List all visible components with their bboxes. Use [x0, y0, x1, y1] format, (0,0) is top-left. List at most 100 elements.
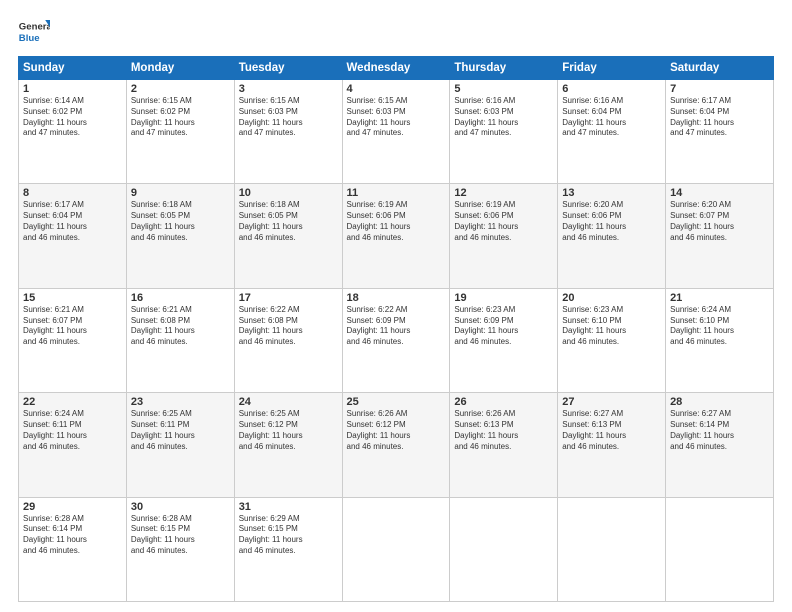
day-info: Sunrise: 6:25 AM Sunset: 6:12 PM Dayligh…: [239, 409, 338, 452]
day-info: Sunrise: 6:15 AM Sunset: 6:03 PM Dayligh…: [239, 96, 338, 139]
col-header-monday: Monday: [126, 57, 234, 80]
day-cell: 6Sunrise: 6:16 AM Sunset: 6:04 PM Daylig…: [558, 80, 666, 184]
day-cell: 10Sunrise: 6:18 AM Sunset: 6:05 PM Dayli…: [234, 184, 342, 288]
col-header-thursday: Thursday: [450, 57, 558, 80]
day-cell: 27Sunrise: 6:27 AM Sunset: 6:13 PM Dayli…: [558, 393, 666, 497]
day-cell: 31Sunrise: 6:29 AM Sunset: 6:15 PM Dayli…: [234, 497, 342, 601]
day-info: Sunrise: 6:21 AM Sunset: 6:07 PM Dayligh…: [23, 305, 122, 348]
day-info: Sunrise: 6:14 AM Sunset: 6:02 PM Dayligh…: [23, 96, 122, 139]
day-cell: 23Sunrise: 6:25 AM Sunset: 6:11 PM Dayli…: [126, 393, 234, 497]
calendar-table: SundayMondayTuesdayWednesdayThursdayFrid…: [18, 56, 774, 602]
day-cell: 7Sunrise: 6:17 AM Sunset: 6:04 PM Daylig…: [666, 80, 774, 184]
day-info: Sunrise: 6:18 AM Sunset: 6:05 PM Dayligh…: [239, 200, 338, 243]
day-info: Sunrise: 6:22 AM Sunset: 6:08 PM Dayligh…: [239, 305, 338, 348]
day-number: 28: [670, 396, 769, 408]
col-header-saturday: Saturday: [666, 57, 774, 80]
page: General Blue SundayMondayTuesdayWednesda…: [0, 0, 792, 612]
day-number: 27: [562, 396, 661, 408]
day-number: 21: [670, 292, 769, 304]
day-cell: 12Sunrise: 6:19 AM Sunset: 6:06 PM Dayli…: [450, 184, 558, 288]
day-cell: 24Sunrise: 6:25 AM Sunset: 6:12 PM Dayli…: [234, 393, 342, 497]
col-header-sunday: Sunday: [19, 57, 127, 80]
day-cell: 18Sunrise: 6:22 AM Sunset: 6:09 PM Dayli…: [342, 288, 450, 392]
day-cell: 3Sunrise: 6:15 AM Sunset: 6:03 PM Daylig…: [234, 80, 342, 184]
day-info: Sunrise: 6:17 AM Sunset: 6:04 PM Dayligh…: [670, 96, 769, 139]
day-number: 5: [454, 83, 553, 95]
day-number: 31: [239, 501, 338, 513]
day-number: 2: [131, 83, 230, 95]
logo: General Blue: [18, 16, 50, 48]
day-info: Sunrise: 6:27 AM Sunset: 6:13 PM Dayligh…: [562, 409, 661, 452]
day-number: 26: [454, 396, 553, 408]
day-info: Sunrise: 6:27 AM Sunset: 6:14 PM Dayligh…: [670, 409, 769, 452]
day-info: Sunrise: 6:25 AM Sunset: 6:11 PM Dayligh…: [131, 409, 230, 452]
day-number: 24: [239, 396, 338, 408]
day-number: 16: [131, 292, 230, 304]
day-cell: 26Sunrise: 6:26 AM Sunset: 6:13 PM Dayli…: [450, 393, 558, 497]
day-cell: 19Sunrise: 6:23 AM Sunset: 6:09 PM Dayli…: [450, 288, 558, 392]
day-number: 11: [347, 187, 446, 199]
day-number: 13: [562, 187, 661, 199]
week-row-1: 1Sunrise: 6:14 AM Sunset: 6:02 PM Daylig…: [19, 80, 774, 184]
day-info: Sunrise: 6:26 AM Sunset: 6:13 PM Dayligh…: [454, 409, 553, 452]
day-number: 12: [454, 187, 553, 199]
day-info: Sunrise: 6:28 AM Sunset: 6:15 PM Dayligh…: [131, 514, 230, 557]
header: General Blue: [18, 16, 774, 48]
day-cell: 1Sunrise: 6:14 AM Sunset: 6:02 PM Daylig…: [19, 80, 127, 184]
day-number: 19: [454, 292, 553, 304]
day-info: Sunrise: 6:28 AM Sunset: 6:14 PM Dayligh…: [23, 514, 122, 557]
day-cell: 22Sunrise: 6:24 AM Sunset: 6:11 PM Dayli…: [19, 393, 127, 497]
day-cell: 20Sunrise: 6:23 AM Sunset: 6:10 PM Dayli…: [558, 288, 666, 392]
day-info: Sunrise: 6:19 AM Sunset: 6:06 PM Dayligh…: [347, 200, 446, 243]
day-info: Sunrise: 6:20 AM Sunset: 6:07 PM Dayligh…: [670, 200, 769, 243]
col-header-tuesday: Tuesday: [234, 57, 342, 80]
day-cell: 30Sunrise: 6:28 AM Sunset: 6:15 PM Dayli…: [126, 497, 234, 601]
day-info: Sunrise: 6:21 AM Sunset: 6:08 PM Dayligh…: [131, 305, 230, 348]
day-cell: [342, 497, 450, 601]
day-cell: 17Sunrise: 6:22 AM Sunset: 6:08 PM Dayli…: [234, 288, 342, 392]
day-cell: 16Sunrise: 6:21 AM Sunset: 6:08 PM Dayli…: [126, 288, 234, 392]
week-row-4: 22Sunrise: 6:24 AM Sunset: 6:11 PM Dayli…: [19, 393, 774, 497]
day-cell: 4Sunrise: 6:15 AM Sunset: 6:03 PM Daylig…: [342, 80, 450, 184]
day-number: 30: [131, 501, 230, 513]
day-number: 25: [347, 396, 446, 408]
day-number: 18: [347, 292, 446, 304]
day-number: 23: [131, 396, 230, 408]
col-header-wednesday: Wednesday: [342, 57, 450, 80]
day-cell: 28Sunrise: 6:27 AM Sunset: 6:14 PM Dayli…: [666, 393, 774, 497]
day-info: Sunrise: 6:29 AM Sunset: 6:15 PM Dayligh…: [239, 514, 338, 557]
day-cell: 21Sunrise: 6:24 AM Sunset: 6:10 PM Dayli…: [666, 288, 774, 392]
day-cell: 9Sunrise: 6:18 AM Sunset: 6:05 PM Daylig…: [126, 184, 234, 288]
week-row-2: 8Sunrise: 6:17 AM Sunset: 6:04 PM Daylig…: [19, 184, 774, 288]
day-cell: 11Sunrise: 6:19 AM Sunset: 6:06 PM Dayli…: [342, 184, 450, 288]
day-info: Sunrise: 6:19 AM Sunset: 6:06 PM Dayligh…: [454, 200, 553, 243]
day-info: Sunrise: 6:16 AM Sunset: 6:04 PM Dayligh…: [562, 96, 661, 139]
calendar-header-row: SundayMondayTuesdayWednesdayThursdayFrid…: [19, 57, 774, 80]
day-number: 15: [23, 292, 122, 304]
day-info: Sunrise: 6:24 AM Sunset: 6:10 PM Dayligh…: [670, 305, 769, 348]
logo-icon: General Blue: [18, 16, 50, 48]
day-info: Sunrise: 6:20 AM Sunset: 6:06 PM Dayligh…: [562, 200, 661, 243]
day-cell: [666, 497, 774, 601]
day-cell: 25Sunrise: 6:26 AM Sunset: 6:12 PM Dayli…: [342, 393, 450, 497]
day-info: Sunrise: 6:23 AM Sunset: 6:09 PM Dayligh…: [454, 305, 553, 348]
day-cell: 29Sunrise: 6:28 AM Sunset: 6:14 PM Dayli…: [19, 497, 127, 601]
day-cell: [558, 497, 666, 601]
day-number: 22: [23, 396, 122, 408]
day-number: 8: [23, 187, 122, 199]
day-cell: 8Sunrise: 6:17 AM Sunset: 6:04 PM Daylig…: [19, 184, 127, 288]
day-info: Sunrise: 6:24 AM Sunset: 6:11 PM Dayligh…: [23, 409, 122, 452]
day-number: 9: [131, 187, 230, 199]
day-number: 7: [670, 83, 769, 95]
svg-text:Blue: Blue: [19, 33, 40, 44]
day-cell: 14Sunrise: 6:20 AM Sunset: 6:07 PM Dayli…: [666, 184, 774, 288]
day-number: 17: [239, 292, 338, 304]
col-header-friday: Friday: [558, 57, 666, 80]
day-cell: 15Sunrise: 6:21 AM Sunset: 6:07 PM Dayli…: [19, 288, 127, 392]
day-number: 14: [670, 187, 769, 199]
day-number: 10: [239, 187, 338, 199]
day-info: Sunrise: 6:26 AM Sunset: 6:12 PM Dayligh…: [347, 409, 446, 452]
svg-text:General: General: [19, 22, 50, 33]
day-number: 29: [23, 501, 122, 513]
week-row-3: 15Sunrise: 6:21 AM Sunset: 6:07 PM Dayli…: [19, 288, 774, 392]
